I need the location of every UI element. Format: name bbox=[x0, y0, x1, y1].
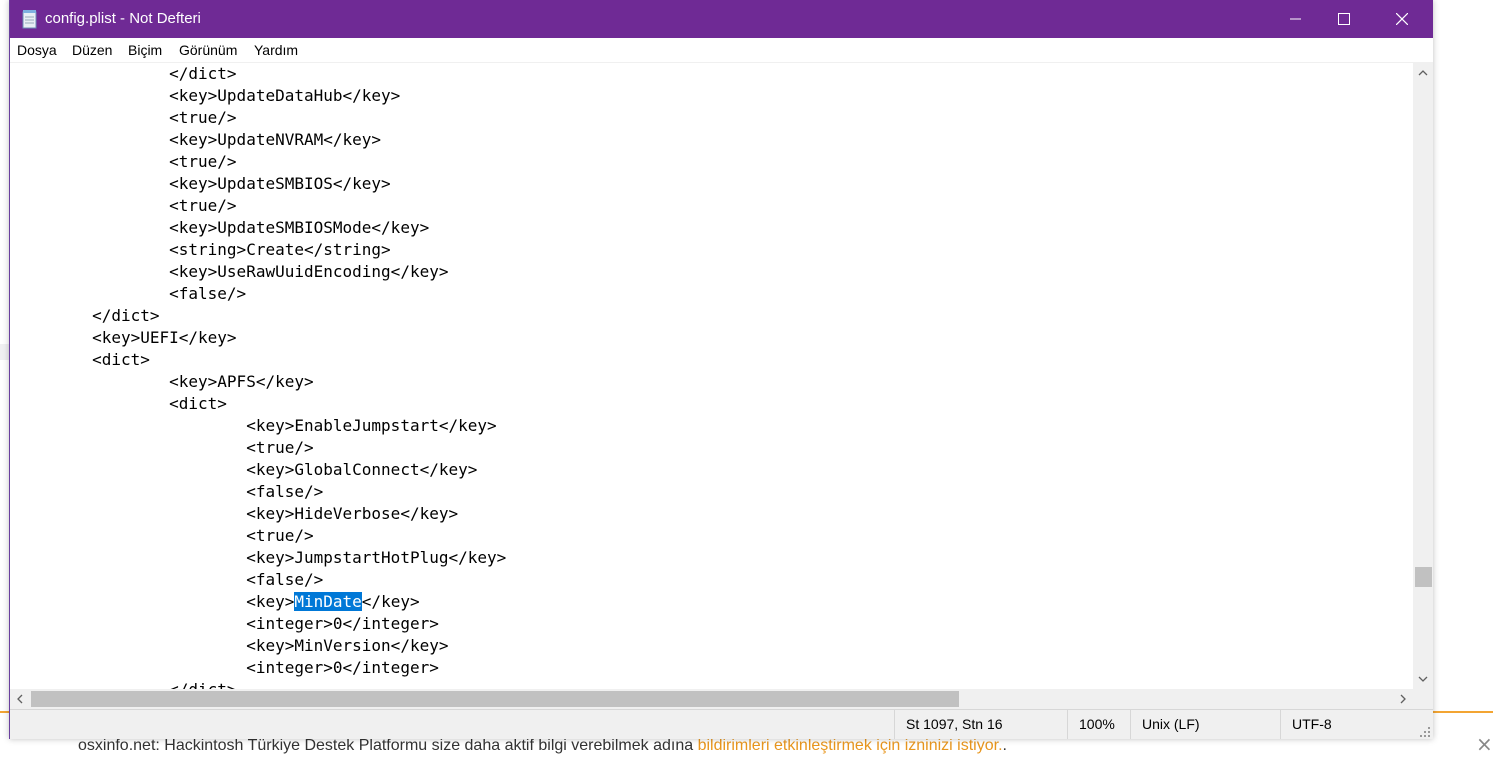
status-line-ending: Unix (LF) bbox=[1130, 710, 1280, 739]
notification-banner-text: osxinfo.net: Hackintosh Türkiye Destek P… bbox=[78, 736, 1007, 756]
editor-line: </dict> bbox=[15, 64, 237, 83]
editor-line: <true/> bbox=[15, 196, 237, 215]
editor-line: <key>EnableJumpstart</key> bbox=[15, 416, 497, 435]
editor-line: <false/> bbox=[15, 284, 247, 303]
vertical-scroll-thumb[interactable] bbox=[1415, 567, 1432, 587]
editor-line: <true/> bbox=[15, 152, 237, 171]
horizontal-scrollbar[interactable] bbox=[10, 689, 1413, 709]
status-encoding: UTF-8 bbox=[1280, 710, 1410, 739]
editor-line: <key>APFS</key> bbox=[15, 372, 314, 391]
menu-yardim-label: Yardım bbox=[254, 42, 299, 58]
editor-line: </dict> bbox=[15, 679, 236, 689]
menu-gorunum-label: Görünüm bbox=[179, 42, 238, 58]
maximize-button[interactable] bbox=[1315, 0, 1373, 38]
menu-bicim[interactable]: Biçim bbox=[128, 42, 162, 58]
status-zoom: 100% bbox=[1067, 710, 1130, 739]
editor-line: <dict> bbox=[15, 350, 150, 369]
editor-line: <true/> bbox=[15, 108, 237, 127]
editor-line: <key>UseRawUuidEncoding</key> bbox=[15, 262, 449, 281]
chevron-left-icon[interactable] bbox=[10, 689, 30, 709]
menu-bar: Dosya Düzen Biçim Görünüm Yardım bbox=[10, 38, 1433, 63]
scroll-up-button[interactable] bbox=[1413, 63, 1433, 83]
menu-duzen-label: Düzen bbox=[72, 42, 113, 58]
close-button[interactable] bbox=[1373, 0, 1431, 38]
title-bar[interactable]: config.plist - Not Defteri bbox=[10, 0, 1433, 38]
editor-line: </dict> bbox=[15, 306, 160, 325]
editor-line: <string>Create</string> bbox=[15, 240, 391, 259]
editor-line: <key>UEFI</key> bbox=[15, 328, 237, 347]
editor-line: <key>JumpstartHotPlug</key> bbox=[15, 548, 507, 567]
editor-line: <key>UpdateSMBIOSMode</key> bbox=[15, 218, 430, 237]
editor-line: <false/> bbox=[15, 482, 324, 501]
editor-line: <integer>0</integer> bbox=[15, 658, 439, 677]
notice-text: osxinfo.net: Hackintosh Türkiye Destek P… bbox=[78, 737, 698, 754]
notice-link[interactable]: bildirimleri etkinleştirmek için izniniz… bbox=[698, 737, 1003, 754]
close-icon bbox=[1395, 12, 1409, 26]
notice-suffix: . bbox=[1002, 737, 1007, 754]
editor-line: <key>GlobalConnect</key> bbox=[15, 460, 478, 479]
maximize-icon bbox=[1338, 13, 1350, 25]
window-title: config.plist - Not Defteri bbox=[45, 10, 201, 27]
text-editor[interactable]: </dict> <key>UpdateDataHub</key> <true/>… bbox=[10, 63, 1413, 689]
editor-line: <key>UpdateDataHub</key> bbox=[15, 86, 401, 105]
notepad-icon bbox=[22, 10, 37, 29]
menu-dosya[interactable]: Dosya bbox=[17, 42, 57, 58]
status-position: St 1097, Stn 16 bbox=[894, 710, 1067, 739]
line-text-before-selection: <key> bbox=[15, 592, 295, 611]
selected-text[interactable]: MinDate bbox=[294, 592, 362, 611]
menu-yardim[interactable]: Yardım bbox=[254, 42, 298, 58]
status-bar: St 1097, Stn 16 100% Unix (LF) UTF-8 bbox=[10, 709, 1433, 739]
minimize-icon bbox=[1290, 18, 1301, 20]
editor-line: <key>HideVerbose</key> bbox=[15, 504, 459, 523]
horizontal-scroll-thumb[interactable] bbox=[31, 691, 959, 707]
scroll-down-button[interactable] bbox=[1413, 669, 1433, 689]
editor-line: <key>UpdateNVRAM</key> bbox=[15, 130, 382, 149]
chevron-down-icon bbox=[1418, 676, 1428, 682]
editor-line: <key>MinDate</key> bbox=[15, 591, 420, 613]
editor-line: <key>UpdateSMBIOS</key> bbox=[15, 174, 391, 193]
menu-dosya-label: Dosya bbox=[17, 42, 57, 58]
editor-line: <true/> bbox=[15, 438, 314, 457]
menu-gorunum[interactable]: Görünüm bbox=[179, 42, 237, 58]
chevron-up-icon bbox=[1418, 70, 1428, 76]
resize-grip-icon[interactable] bbox=[1419, 726, 1431, 738]
menu-duzen[interactable]: Düzen bbox=[72, 42, 112, 58]
notepad-window: config.plist - Not Defteri Dosya Düzen B… bbox=[9, 0, 1433, 739]
editor-line: <false/> bbox=[15, 570, 324, 589]
vertical-scrollbar[interactable] bbox=[1413, 63, 1433, 689]
chevron-right-icon[interactable] bbox=[1393, 689, 1413, 709]
editor-line: <true/> bbox=[15, 526, 314, 545]
editor-line: <dict> bbox=[15, 394, 227, 413]
editor-line: <key>MinVersion</key> bbox=[15, 636, 449, 655]
menu-bicim-label: Biçim bbox=[128, 42, 163, 58]
notice-close-button[interactable]: × bbox=[1476, 732, 1493, 756]
line-text-after-selection: </key> bbox=[361, 592, 420, 611]
editor-line: <integer>0</integer> bbox=[15, 614, 439, 633]
scrollbar-corner bbox=[1413, 689, 1433, 709]
